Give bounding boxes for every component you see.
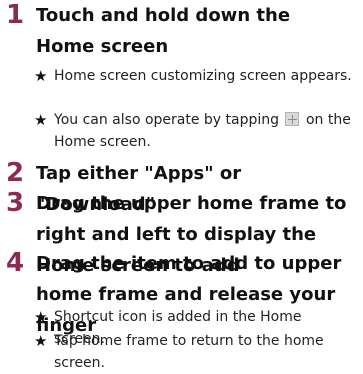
step-number: 3: [5, 188, 25, 218]
note-text: Home screen customizing screen appears.: [54, 68, 352, 84]
step-title: Touch and hold down the Home screen: [36, 5, 291, 57]
step-number: 2: [5, 158, 25, 188]
menu-key-icon: [285, 112, 300, 126]
step-number: 4: [5, 248, 25, 278]
note-text: You can also operate by tapping on the H…: [54, 109, 354, 153]
note-item: ★ Shortcut icon is added in the Home scr…: [34, 306, 359, 347]
star-bullet-icon: ★: [34, 332, 48, 350]
note-item: ★ Tap home frame to return to the home s…: [34, 330, 359, 374]
note-item: ★ Home screen customizing screen appears…: [34, 65, 359, 109]
star-bullet-icon: ★: [34, 111, 48, 129]
step-number: 1: [5, 0, 25, 30]
note-text: Tap home frame to return to the home scr…: [54, 333, 324, 371]
star-bullet-icon: ★: [34, 67, 48, 85]
star-bullet-icon: ★: [34, 308, 48, 326]
note-text-before-icon: You can also operate by tapping: [54, 112, 280, 128]
note-item: ★ You can also operate by tapping on the…: [34, 109, 359, 153]
